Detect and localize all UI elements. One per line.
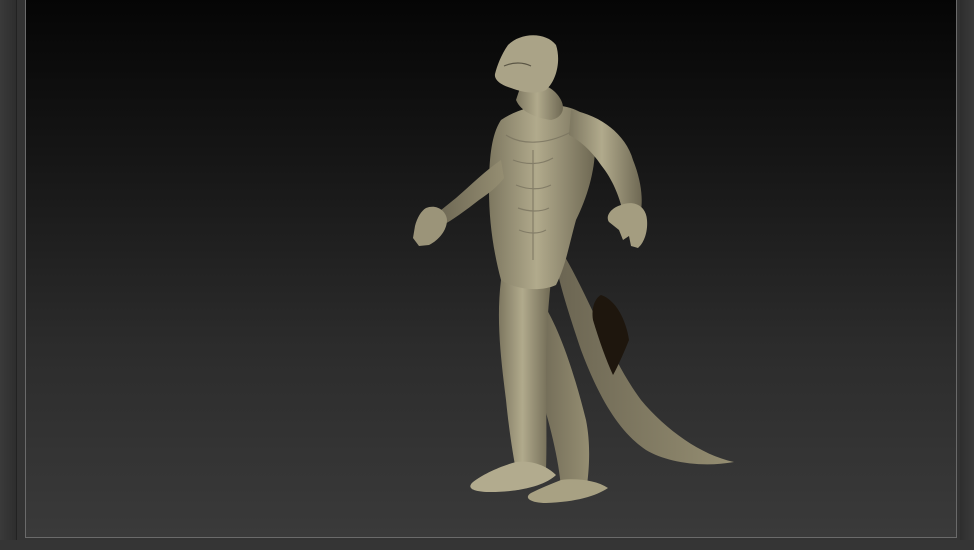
left-tray[interactable] [0, 0, 17, 550]
document-canvas[interactable] [25, 0, 957, 538]
model-leg-front [498, 280, 551, 470]
sculpt-app-window [0, 0, 974, 550]
model-hand-left [413, 206, 447, 246]
lizard-creature-model [413, 35, 734, 503]
model-viewport[interactable] [26, 0, 957, 538]
model-hand-right [607, 203, 648, 248]
bottom-shelf [0, 540, 974, 550]
right-tray[interactable] [960, 0, 974, 550]
